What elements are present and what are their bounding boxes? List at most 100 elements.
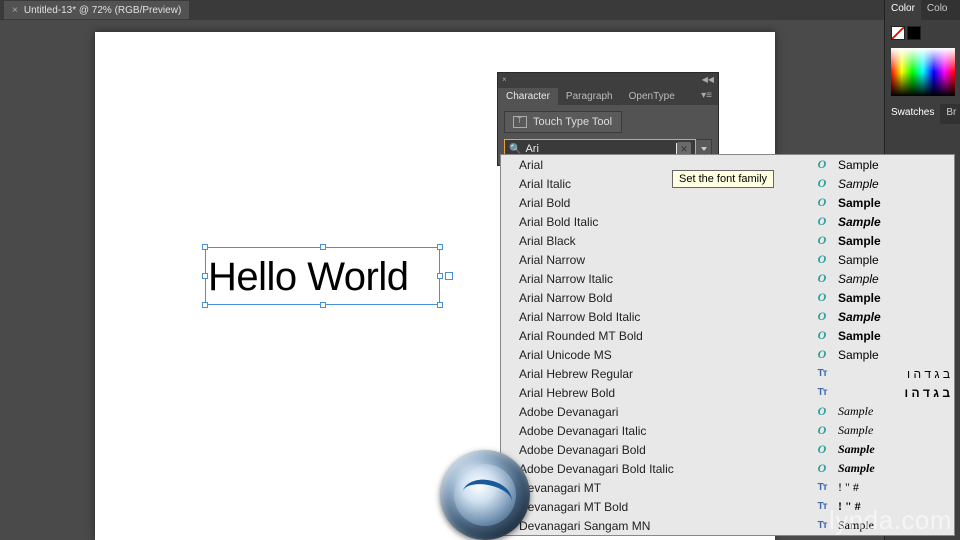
opentype-icon: O xyxy=(814,252,830,267)
font-option[interactable]: Arial BlackOSample xyxy=(501,231,954,250)
font-option[interactable]: Arial BoldOSample xyxy=(501,193,954,212)
resize-handle-tl[interactable] xyxy=(202,244,208,250)
resize-handle-bl[interactable] xyxy=(202,302,208,308)
opentype-icon: O xyxy=(814,157,830,172)
font-option-name: Adobe Devanagari xyxy=(519,405,814,419)
opentype-icon: O xyxy=(814,328,830,343)
panel-collapse-icon[interactable]: ◀◀ xyxy=(702,75,714,84)
font-sample-text: ! " # xyxy=(830,499,950,514)
font-sample-text: Sample xyxy=(830,215,950,229)
font-option[interactable]: Adobe Devanagari Bold ItalicOSample xyxy=(501,459,954,478)
resize-handle-bc[interactable] xyxy=(320,302,326,308)
font-sample-text: Sample xyxy=(830,404,950,419)
font-option[interactable]: Adobe DevanagariOSample xyxy=(501,402,954,421)
tab-color[interactable]: Color xyxy=(885,0,921,20)
fill-swatch-none[interactable] xyxy=(891,26,905,40)
font-sample-text: Sample xyxy=(830,518,950,533)
color-panel-tabs: Color Colo xyxy=(885,0,960,20)
document-tab[interactable]: × Untitled-13* @ 72% (RGB/Preview) xyxy=(4,1,189,19)
font-sample-text: Sample xyxy=(830,423,950,438)
tab-opentype[interactable]: OpenType xyxy=(621,88,683,105)
font-option-name: Arial Narrow Italic xyxy=(519,272,814,286)
font-option-name: Devanagari MT xyxy=(519,481,814,495)
font-option[interactable]: Arial Bold ItalicOSample xyxy=(501,212,954,231)
touch-type-label: Touch Type Tool xyxy=(533,116,612,128)
font-option[interactable]: Arial Hebrew RegularTᴛב ג ד ה ו xyxy=(501,364,954,383)
truetype-icon: Tᴛ xyxy=(814,520,830,531)
tab-character[interactable]: Character xyxy=(498,88,558,105)
font-option[interactable]: Devanagari MT BoldTᴛ! " # xyxy=(501,497,954,516)
font-option[interactable]: Devanagari Sangam MNTᴛSample xyxy=(501,516,954,535)
truetype-icon: Tᴛ xyxy=(814,368,830,379)
font-option[interactable]: Devanagari MTTᴛ! " # xyxy=(501,478,954,497)
font-sample-text: Sample xyxy=(830,196,950,210)
selected-text-frame[interactable]: Hello World xyxy=(205,247,440,305)
opentype-icon: O xyxy=(814,214,830,229)
close-tab-icon[interactable]: × xyxy=(12,5,18,16)
font-sample-text: Sample xyxy=(830,329,950,343)
resize-handle-mr[interactable] xyxy=(437,273,443,279)
font-option[interactable]: Arial Rounded MT BoldOSample xyxy=(501,326,954,345)
resize-handle-br[interactable] xyxy=(437,302,443,308)
fill-stroke-swatches xyxy=(885,20,960,46)
font-option-name: Arial Hebrew Bold xyxy=(519,386,814,400)
truetype-icon: Tᴛ xyxy=(814,387,830,398)
font-sample-text: Sample xyxy=(830,461,950,476)
opentype-icon: O xyxy=(814,347,830,362)
font-sample-text: Sample xyxy=(830,442,950,457)
opentype-icon: O xyxy=(814,176,830,191)
text-outport[interactable] xyxy=(445,272,453,280)
font-option-name: Arial Narrow Bold xyxy=(519,291,814,305)
opentype-icon: O xyxy=(814,461,830,476)
opentype-icon: O xyxy=(814,309,830,324)
character-panel: × ◀◀ Character Paragraph OpenType ▾≡ Tou… xyxy=(497,72,719,166)
document-tab-bar: × Untitled-13* @ 72% (RGB/Preview) xyxy=(0,0,960,20)
font-sample-text: Sample xyxy=(830,348,950,362)
panel-flyout-menu-icon[interactable]: ▾≡ xyxy=(695,90,718,101)
font-option[interactable]: Arial Narrow BoldOSample xyxy=(501,288,954,307)
font-option-name: Arial Black xyxy=(519,234,814,248)
opentype-icon: O xyxy=(814,404,830,419)
tab-brushes[interactable]: Br xyxy=(940,104,960,124)
font-option[interactable]: Arial Narrow Bold ItalicOSample xyxy=(501,307,954,326)
touch-type-icon xyxy=(513,116,527,128)
stroke-swatch-black[interactable] xyxy=(907,26,921,40)
tab-paragraph[interactable]: Paragraph xyxy=(558,88,621,105)
font-sample-text: Sample xyxy=(830,253,950,267)
touch-type-tool-button[interactable]: Touch Type Tool xyxy=(504,111,622,133)
font-option-name: Adobe Devanagari Bold Italic xyxy=(519,462,814,476)
font-option-name: Arial Hebrew Regular xyxy=(519,367,814,381)
truetype-icon: Tᴛ xyxy=(814,482,830,493)
font-option-name: Arial Rounded MT Bold xyxy=(519,329,814,343)
panel-close-icon[interactable]: × xyxy=(502,75,507,84)
font-sample-text: Sample xyxy=(830,272,950,286)
font-option[interactable]: Arial NarrowOSample xyxy=(501,250,954,269)
opentype-icon: O xyxy=(814,271,830,286)
font-sample-text: Sample xyxy=(830,158,950,172)
truetype-icon: Tᴛ xyxy=(814,501,830,512)
font-option[interactable]: Arial Unicode MSOSample xyxy=(501,345,954,364)
color-spectrum[interactable] xyxy=(891,48,955,96)
panel-titlebar[interactable]: × ◀◀ xyxy=(498,73,718,85)
font-option[interactable]: Adobe Devanagari BoldOSample xyxy=(501,440,954,459)
swatches-panel-tabs: Swatches Br xyxy=(885,104,960,124)
font-sample-text: ב ג ד ה ו xyxy=(830,386,950,400)
text-frame-content: Hello World xyxy=(206,248,439,306)
font-option[interactable]: Adobe Devanagari ItalicOSample xyxy=(501,421,954,440)
font-option-name: Adobe Devanagari Bold xyxy=(519,443,814,457)
opentype-icon: O xyxy=(814,233,830,248)
opentype-icon: O xyxy=(814,290,830,305)
font-option-name: Adobe Devanagari Italic xyxy=(519,424,814,438)
font-sample-text: ב ג ד ה ו xyxy=(830,367,950,381)
font-family-dropdown-list[interactable]: ArialOSampleArial ItalicOSampleArial Bol… xyxy=(500,154,955,536)
resize-handle-ml[interactable] xyxy=(202,273,208,279)
tab-color-guide[interactable]: Colo xyxy=(921,0,954,20)
tooltip: Set the font family xyxy=(672,170,774,188)
resize-handle-tc[interactable] xyxy=(320,244,326,250)
opentype-icon: O xyxy=(814,442,830,457)
font-option[interactable]: Arial Hebrew BoldTᴛב ג ד ה ו xyxy=(501,383,954,402)
font-sample-text: Sample xyxy=(830,234,950,248)
tab-swatches[interactable]: Swatches xyxy=(885,104,940,124)
font-option[interactable]: Arial Narrow ItalicOSample xyxy=(501,269,954,288)
resize-handle-tr[interactable] xyxy=(437,244,443,250)
